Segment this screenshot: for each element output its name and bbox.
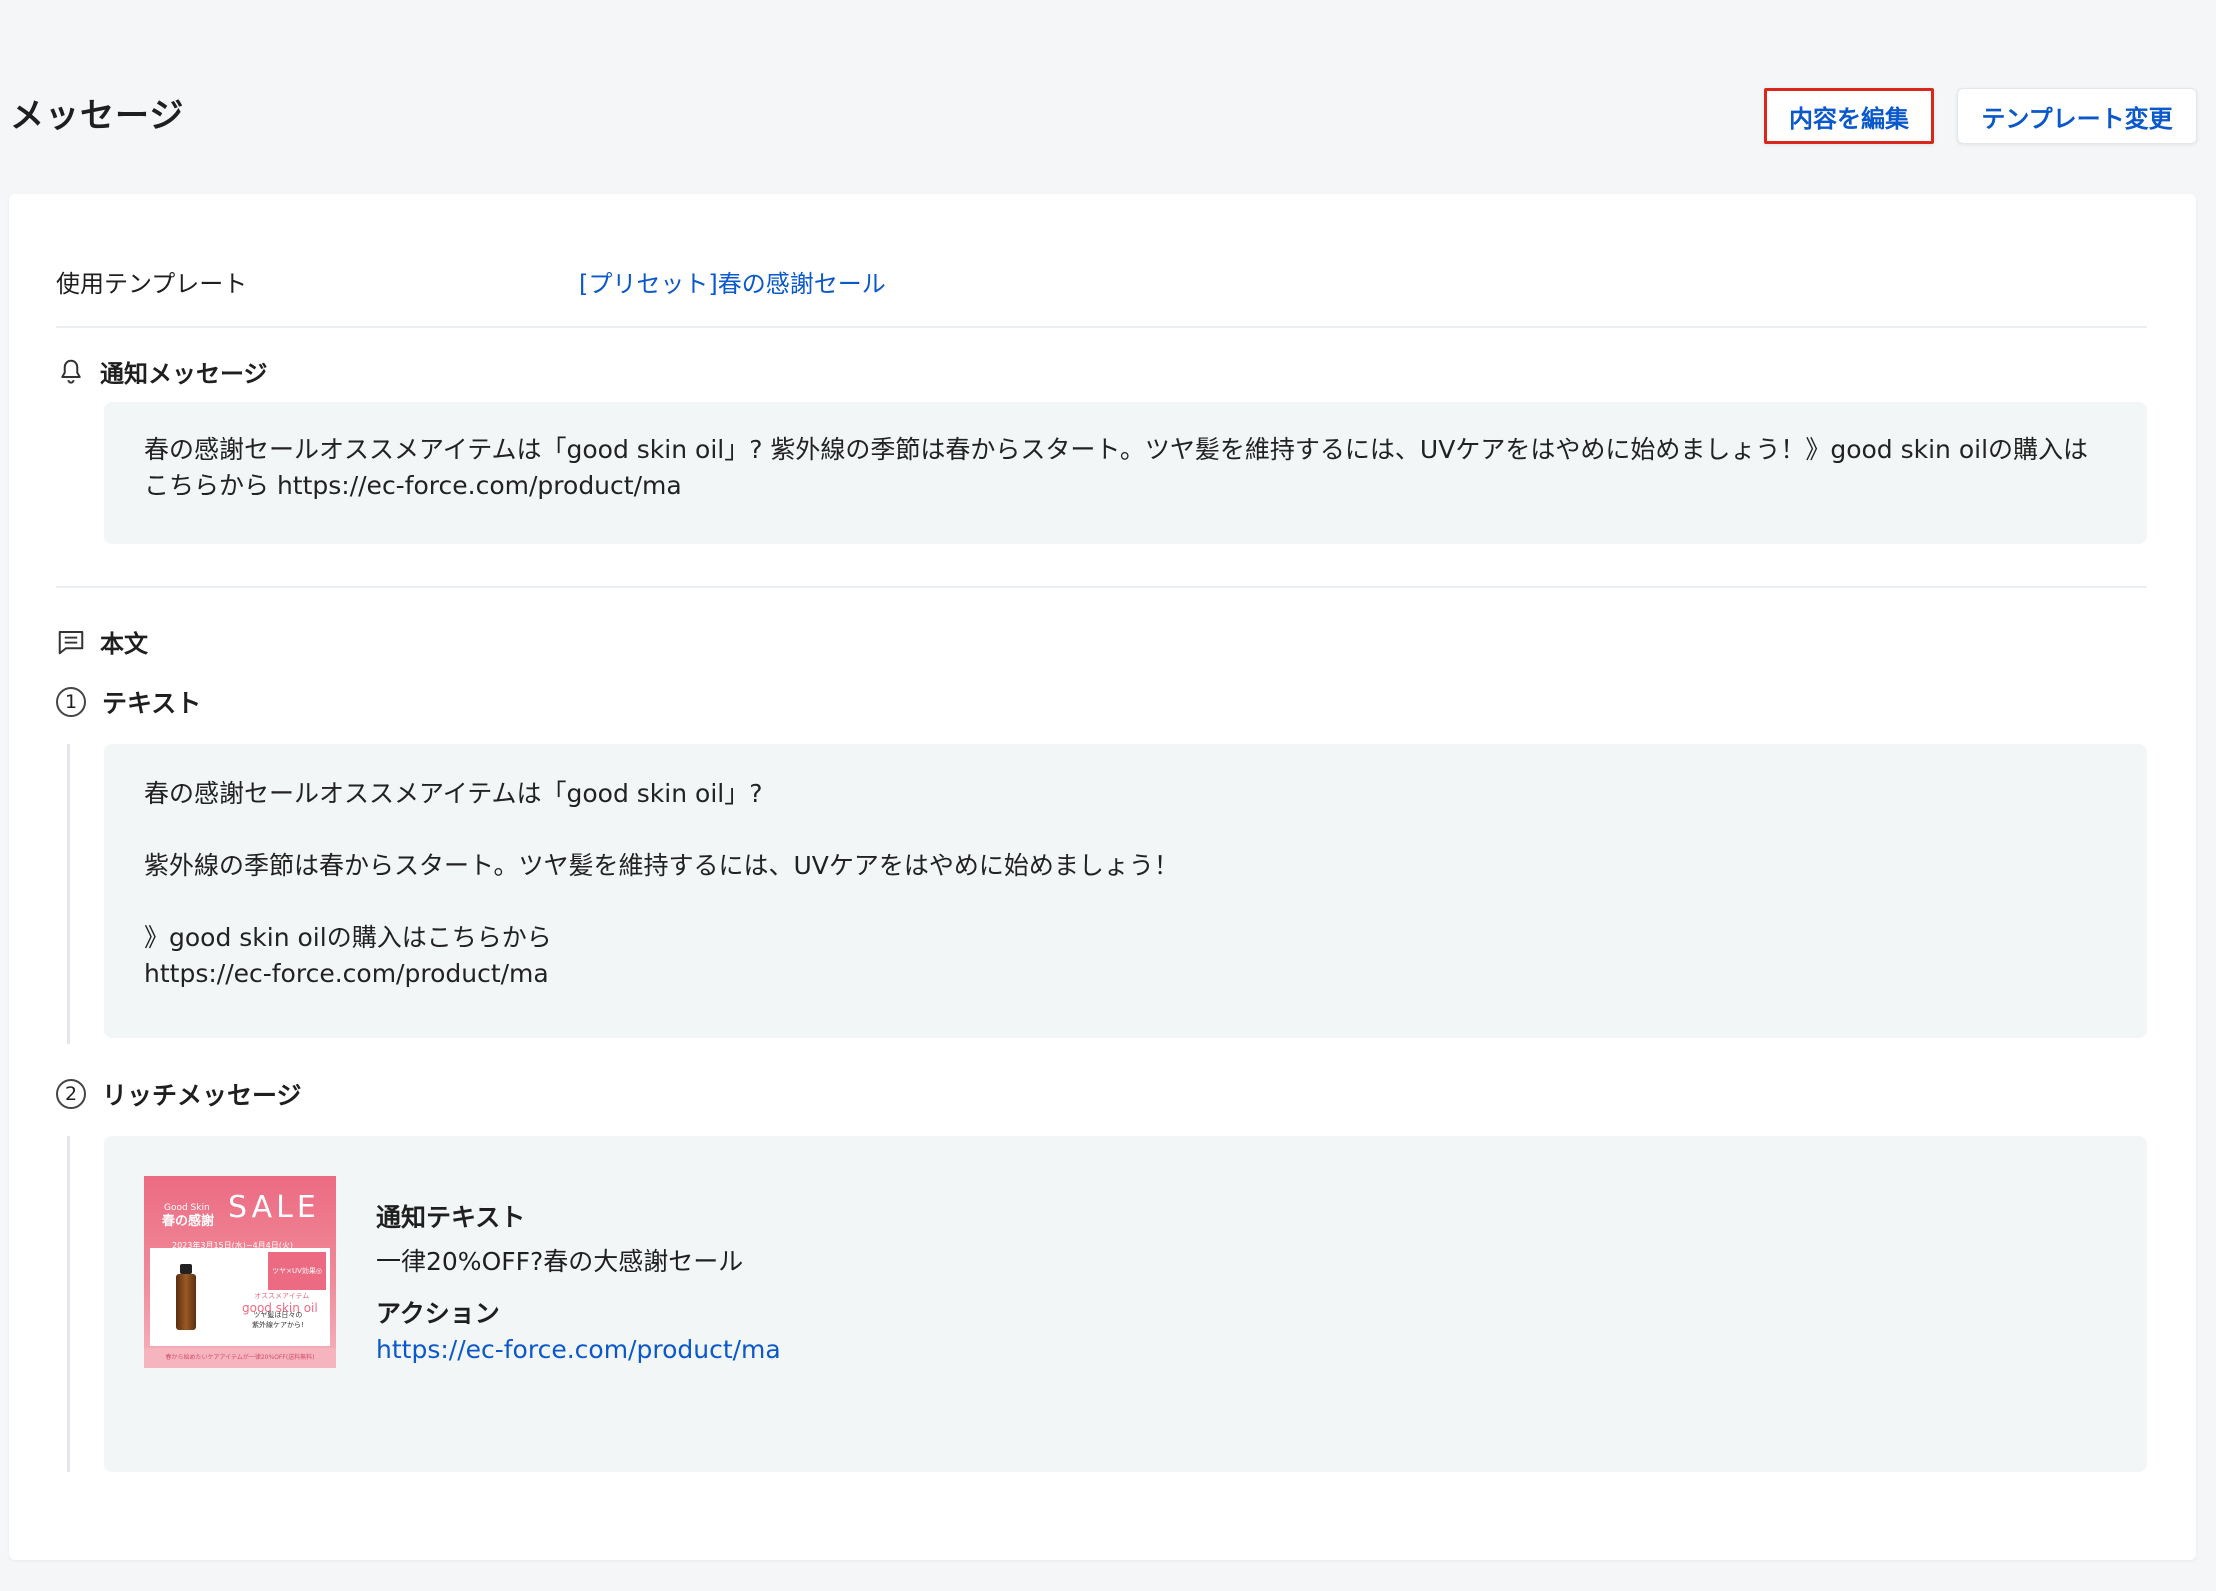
bell-icon: [61, 359, 81, 384]
text-paragraph: 紫外線の季節は春からスタート。ツヤ髪を維持するには、UVケアをはやめに始めましょ…: [144, 851, 1179, 880]
notification-text: 春の感謝セールオススメアイテムは「good skin oil」? 紫外線の季節は…: [144, 435, 2089, 500]
template-link[interactable]: [プリセット]春の感謝セール: [579, 264, 886, 299]
notify-text-value: 一律20%OFF?春の大感謝セール: [376, 1247, 744, 1276]
step-1-text-box: 春の感謝セールオススメアイテムは「good skin oil」? 紫外線の季節は…: [104, 744, 2147, 1038]
page-title: メッセージ: [10, 96, 185, 136]
notification-text-box: 春の感謝セールオススメアイテムは「good skin oil」? 紫外線の季節は…: [104, 402, 2147, 544]
message-card: 使用テンプレート [プリセット]春の感謝セール 通知メッセージ 春の感謝セールオ…: [9, 194, 2196, 1560]
notify-text-label: 通知テキスト: [376, 1203, 526, 1232]
step-2-heading: 2 リッチメッセージ: [56, 1076, 302, 1112]
body-heading: 本文: [56, 624, 148, 659]
text-paragraph: 》good skin oilの購入はこちらから https://ec-force…: [144, 923, 552, 988]
image-sale: SALE: [228, 1190, 320, 1225]
template-label: 使用テンプレート: [56, 270, 248, 298]
image-line-3: ツヤ髪は日々の 紫外線ケアから!: [252, 1311, 304, 1329]
page-header: メッセージ 内容を編集 テンプレート変更: [0, 0, 2216, 190]
image-inner-panel: ツヤ×UV効果◎ オススメアイテム good skin oil ツヤ髪は日々の …: [150, 1248, 330, 1346]
step-1-line: [67, 744, 70, 1044]
bottle-icon: [176, 1274, 196, 1330]
notification-heading-label: 通知メッセージ: [100, 360, 268, 388]
section-divider: [56, 586, 2147, 588]
step-2-line: [67, 1136, 70, 1472]
step-2-label: リッチメッセージ: [102, 1081, 302, 1110]
body-heading-label: 本文: [100, 630, 148, 658]
rich-message-image[interactable]: Good Skin 春の感謝 SALE 2023年3月15日(水)~4月4日(火…: [144, 1176, 336, 1368]
rich-message-box: Good Skin 春の感謝 SALE 2023年3月15日(水)~4月4日(火…: [104, 1136, 2147, 1472]
step-1-number: 1: [56, 687, 86, 717]
step-2-number: 2: [56, 1079, 86, 1109]
image-footer: 春から始めたいケアアイテムが一律20%OFF(送料無料): [144, 1348, 336, 1368]
action-link[interactable]: https://ec-force.com/product/ma: [376, 1332, 781, 1368]
template-row: 使用テンプレート [プリセット]春の感謝セール: [56, 264, 2147, 328]
edit-content-button[interactable]: 内容を編集: [1764, 88, 1934, 144]
bottle-cap: [180, 1264, 192, 1274]
step-1-label: テキスト: [102, 689, 202, 718]
change-template-button[interactable]: テンプレート変更: [1957, 88, 2197, 144]
text-paragraph: 春の感謝セールオススメアイテムは「good skin oil」?: [144, 779, 763, 808]
step-1-heading: 1 テキスト: [56, 684, 201, 720]
notification-heading: 通知メッセージ: [56, 354, 268, 389]
action-label: アクション: [376, 1299, 500, 1328]
message-icon: [58, 630, 84, 654]
